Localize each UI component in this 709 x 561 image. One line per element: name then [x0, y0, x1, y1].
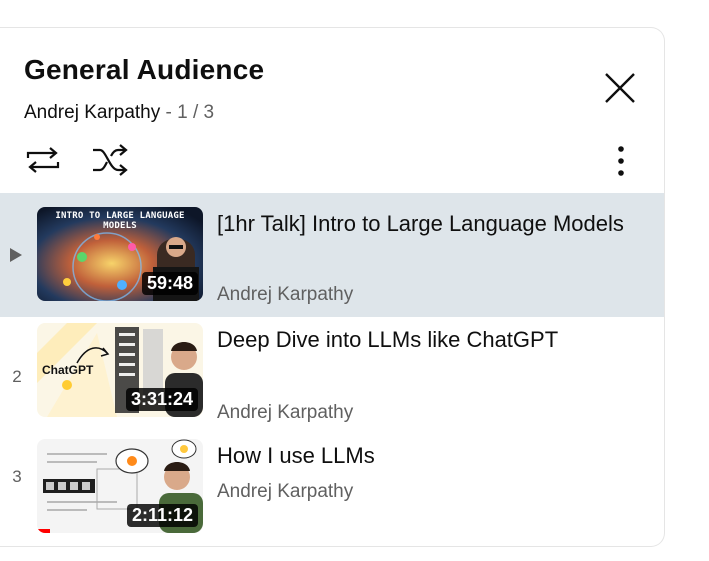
playlist-item[interactable]: 2 ChatGPT 3:31:24 Deep Dive into LLMs li… — [0, 317, 664, 437]
video-duration: 59:48 — [141, 272, 198, 295]
video-duration: 2:11:12 — [126, 504, 198, 527]
video-thumbnail[interactable]: INTRO TO LARGE LANGUAGE MODELS 59:48 — [37, 207, 203, 301]
playlist-header: General Audience Andrej Karpathy - 1 / 3 — [0, 28, 664, 193]
video-thumbnail[interactable]: ChatGPT 3:31:24 — [37, 323, 203, 417]
playlist-item[interactable]: 3 2:11:12 How I use LLMs Andrej Karpathy — [0, 437, 664, 546]
video-title[interactable]: Deep Dive into LLMs like ChatGPT — [217, 323, 637, 356]
more-vert-icon — [618, 146, 624, 176]
playlist-position: 1 / 3 — [177, 102, 215, 123]
close-icon — [605, 73, 635, 103]
playlist-subtitle: Andrej Karpathy - 1 / 3 — [24, 102, 214, 124]
thumbnail-caption: ChatGPT — [42, 363, 94, 377]
thumbnail-caption: INTRO TO LARGE LANGUAGE MODELS — [55, 211, 185, 231]
shuffle-button[interactable] — [90, 143, 130, 177]
video-index: 3 — [12, 467, 22, 486]
loop-icon — [26, 147, 60, 173]
video-title[interactable]: [1hr Talk] Intro to Large Language Model… — [217, 207, 637, 240]
more-options-button[interactable] — [606, 143, 636, 179]
playlist-panel: General Audience Andrej Karpathy - 1 / 3 — [0, 27, 665, 547]
video-thumbnail[interactable]: 2:11:12 — [37, 439, 203, 533]
playlist-separator: - — [165, 102, 172, 123]
video-channel[interactable]: Andrej Karpathy — [217, 481, 353, 503]
video-title[interactable]: How I use LLMs — [217, 439, 637, 472]
shuffle-icon — [93, 144, 128, 176]
video-channel[interactable]: Andrej Karpathy — [217, 402, 353, 424]
play-arrow-icon — [10, 248, 22, 262]
video-index: 2 — [12, 367, 22, 386]
watch-progress-bar — [37, 529, 51, 533]
playlist-title[interactable]: General Audience — [24, 54, 264, 86]
video-duration: 3:31:24 — [125, 388, 198, 411]
playlist-item[interactable]: INTRO TO LARGE LANGUAGE MODELS 59:48 [1h… — [0, 193, 664, 317]
loop-button[interactable] — [24, 143, 62, 177]
playlist-items: INTRO TO LARGE LANGUAGE MODELS 59:48 [1h… — [0, 193, 664, 546]
video-channel[interactable]: Andrej Karpathy — [217, 284, 353, 306]
playlist-owner[interactable]: Andrej Karpathy — [24, 102, 160, 123]
close-button[interactable] — [600, 68, 640, 108]
